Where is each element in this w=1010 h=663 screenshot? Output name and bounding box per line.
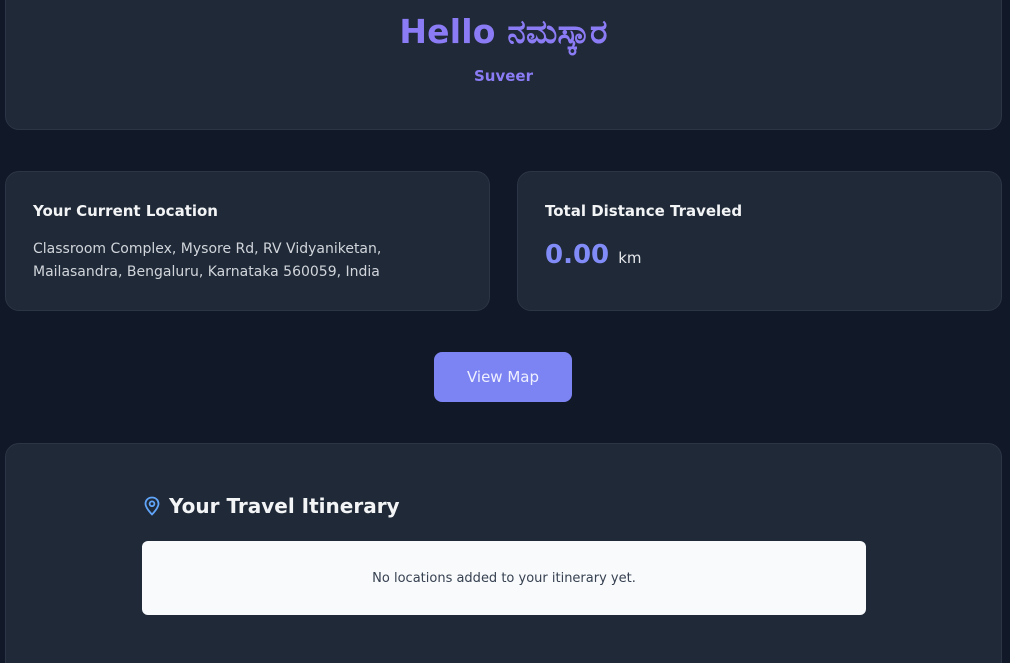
page: Hello ನಮಸ್ಕಾರ Suveer Your Current Locati…	[0, 0, 1010, 663]
distance-unit: km	[618, 249, 642, 267]
user-name: Suveer	[473, 67, 533, 85]
distance-card: Total Distance Traveled 0.00 km	[517, 171, 1002, 311]
itinerary-empty-state: No locations added to your itinerary yet…	[142, 541, 866, 615]
greeting-card: Hello ನಮಸ್ಕಾರ Suveer	[5, 0, 1002, 130]
current-location-card: Your Current Location Classroom Complex,…	[5, 171, 490, 311]
itinerary-header: Your Travel Itinerary	[143, 494, 400, 518]
distance-value: 0.00	[545, 240, 610, 270]
distance-heading: Total Distance Traveled	[545, 202, 743, 220]
current-location-heading: Your Current Location	[33, 202, 218, 220]
itinerary-card: Your Travel Itinerary No locations added…	[5, 443, 1002, 663]
distance-readout: 0.00 km	[545, 240, 642, 270]
itinerary-title: Your Travel Itinerary	[169, 494, 400, 518]
current-location-address: Classroom Complex, Mysore Rd, RV Vidyani…	[33, 241, 382, 280]
greeting-title: Hello ನಮಸ್ಕಾರ	[399, 12, 608, 51]
view-map-button[interactable]: View Map	[434, 352, 572, 402]
map-pin-icon	[143, 496, 161, 516]
